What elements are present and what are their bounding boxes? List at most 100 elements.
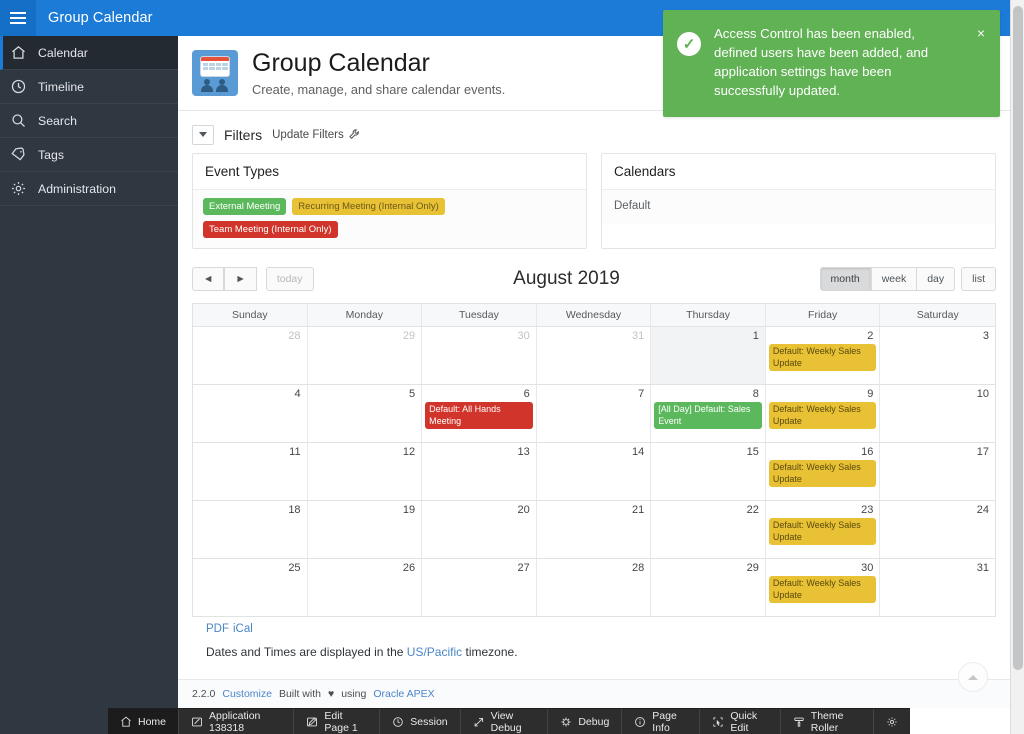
view-week-button[interactable]: week [870,267,918,292]
page-scrollbar[interactable] [1010,0,1024,734]
hamburger-icon[interactable] [0,0,36,36]
calendar-day-number: 22 [746,504,759,517]
calendar-day-cell[interactable]: 24 [880,501,995,560]
calendar-day-cell[interactable]: 16 Default: Weekly Sales Update [765,443,881,502]
devbar-item-session[interactable]: Session [380,709,461,734]
sidebar-item-timeline[interactable]: Timeline [0,70,178,104]
calendar-day-number: 19 [402,504,416,517]
calendar-day-cell[interactable]: 18 [193,501,308,560]
calendar-day-cell[interactable]: 5 [307,385,423,444]
calendar-day-cell[interactable]: 15 [651,443,766,502]
sidebar-item-search[interactable]: Search [0,104,178,138]
next-month-button[interactable]: ► [224,267,257,292]
devbar-item-label: Debug [578,715,610,728]
calendar-event[interactable]: Default: Weekly Sales Update [768,460,877,487]
customize-link[interactable]: Customize [222,688,272,700]
sidebar-item-label: Tags [38,147,64,162]
devbar-item-page-info[interactable]: Page Info [622,709,701,734]
close-icon[interactable]: × [974,24,988,42]
devbar-item-theme-roller[interactable]: Theme Roller [781,709,875,734]
view-list-button[interactable]: list [961,267,996,292]
calendar-day-cell[interactable]: 17 [880,443,995,502]
calendar-day-cell[interactable]: 26 [307,559,423,618]
wrench-icon [348,129,359,139]
sidebar-item-administration[interactable]: Administration [0,172,178,206]
calendar-filter-item[interactable]: Default [612,198,985,214]
calendar-day-cell[interactable]: 22 [651,501,766,560]
calendar-event[interactable]: Default: All Hands Meeting [425,402,533,429]
calendar-weekday-cell: Sunday [193,304,308,328]
devbar-item-home[interactable]: Home [108,709,180,734]
today-button[interactable]: today [265,267,314,292]
update-filters-link[interactable]: Update Filters [272,128,361,141]
calendar-event[interactable]: Default: Weekly Sales Update [768,576,877,603]
calendar-weeks: 28 29 30 31 1 2 Default: Weekly Sales Update 3 4… [193,327,995,618]
devbar-item-view-debug[interactable]: View Debug [461,709,549,734]
calendar-day-cell[interactable]: 8 [All Day] Default: Sales Event [651,385,766,444]
calendar-day-cell[interactable]: 7 [536,385,652,444]
calendar-day-cell[interactable]: 12 [307,443,423,502]
timezone-prefix: Dates and Times are displayed in the [206,645,404,660]
view-month-button[interactable]: month [819,267,871,292]
calendar-day-number: 7 [638,388,645,401]
devbar-item-quick-edit[interactable]: Quick Edit [700,709,781,734]
scrollbar-thumb[interactable] [1013,6,1023,670]
devbar-item-settings[interactable] [874,709,910,734]
calendar-day-cell[interactable]: 1 [651,327,766,386]
event-type-chip[interactable]: Team Meeting (Internal Only) [203,220,338,239]
devbar-item-edit-page-1[interactable]: Edit Page 1 [294,709,381,734]
calendar-day-cell[interactable]: 3 [880,327,995,386]
export-pdf-link[interactable]: PDF [206,623,229,635]
calendar-day-cell[interactable]: 10 [880,385,995,444]
developer-toolbar: Home Application 138318 Edit Page 1 Session… [108,708,910,734]
calendar-day-cell[interactable]: 28 [536,559,652,618]
calendar-week-row: 4 5 6 Default: All Hands Meeting 7 8 [All Day]… [193,385,995,444]
calendar-event[interactable]: Default: Weekly Sales Update [768,518,877,545]
scroll-to-top-button[interactable] [958,662,988,692]
devbar-item-label: Edit Page 1 [324,709,358,734]
calendar-day-cell[interactable]: 14 [536,443,652,502]
calendar-day-cell[interactable]: 30 Default: Weekly Sales Update [765,559,881,618]
calendar-day-cell[interactable]: 28 [193,327,308,386]
calendar-day-cell[interactable]: 13 [422,443,537,502]
calendar-day-cell[interactable]: 6 Default: All Hands Meeting [422,385,537,444]
tag-icon [11,147,25,161]
prev-month-button[interactable]: ◄ [192,267,225,292]
app-title: Group Calendar [48,10,153,26]
calendar-day-cell[interactable]: 29 [307,327,423,386]
clock-icon [11,79,26,94]
calendar-day-cell[interactable]: 29 [651,559,766,618]
calendar-event[interactable]: Default: Weekly Sales Update [768,344,877,371]
sidebar-item-calendar[interactable]: Calendar [0,36,178,70]
calendar-event[interactable]: Default: Weekly Sales Update [768,402,877,429]
calendar-day-cell[interactable]: 31 [880,559,995,618]
sidebar-item-label: Administration [38,181,116,196]
event-type-chip[interactable]: Recurring Meeting (Internal Only) [292,197,445,215]
devbar-item-application-138318[interactable]: Application 138318 [179,709,295,734]
filters-collapse-button[interactable] [192,124,214,145]
timezone-link[interactable]: US/Pacific [407,645,462,659]
calendar-day-number: 29 [746,562,759,575]
calendar-day-cell[interactable]: 4 [193,385,308,444]
sidebar-item-tags[interactable]: Tags [0,138,178,172]
calendar-day-cell[interactable]: 31 [536,327,652,386]
page-subtitle: Create, manage, and share calendar event… [252,81,506,97]
event-type-chip[interactable]: External Meeting [203,197,287,215]
export-ical-link[interactable]: iCal [233,623,253,635]
calendar-day-cell[interactable]: 9 Default: Weekly Sales Update [765,385,881,444]
view-day-button[interactable]: day [917,267,956,292]
calendar-day-cell[interactable]: 30 [422,327,537,386]
calendar-day-cell[interactable]: 23 Default: Weekly Sales Update [765,501,881,560]
calendar-event[interactable]: [All Day] Default: Sales Event [654,402,762,429]
calendar-day-cell[interactable]: 19 [307,501,423,560]
calendar-day-cell[interactable]: 21 [536,501,652,560]
calendar-day-cell[interactable]: 11 [193,443,308,502]
calendar-day-cell[interactable]: 20 [422,501,537,560]
calendar-day-cell[interactable]: 25 [193,559,308,618]
calendar-toolbar: ◄ ► today August 2019 month week day lis… [192,263,996,295]
calendar-day-cell[interactable]: 2 Default: Weekly Sales Update [765,327,881,386]
devbar-item-debug[interactable]: Debug [548,709,623,734]
calendar-week-row: 25 26 27 28 29 30 Default: Weekly Sales Update… [193,559,995,618]
calendar-day-cell[interactable]: 27 [422,559,537,618]
oracle-apex-link[interactable]: Oracle APEX [373,688,434,700]
